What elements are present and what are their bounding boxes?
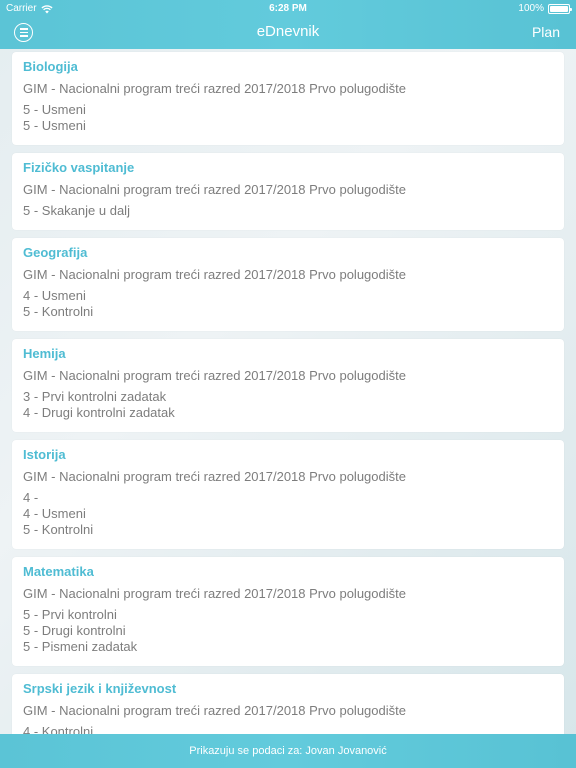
grade-list: 4 -4 - Usmeni 5 - Kontrolni (23, 490, 553, 538)
status-bar: Carrier 6:28 PM 100% (0, 0, 576, 18)
grade-item: 5 - Pismeni zadatak (23, 639, 138, 654)
grade-item: 5 - Prvi kontrolni (23, 607, 117, 622)
subject-card[interactable]: Matematika GIM - Nacionalni program treći… (12, 557, 564, 666)
battery-percent: 100% (518, 3, 544, 14)
grade-item: 5 - Kontrolni (23, 304, 94, 319)
subject-title: Geografija (23, 245, 88, 260)
subject-card[interactable]: Biologija GIM - Nacionalni program treći … (12, 52, 564, 145)
grade-list: 5 - Skakanje u dalj (23, 203, 553, 219)
grade-item: 4 - (23, 490, 39, 505)
grade-item: 4 - Drugi kontrolni zadatak (23, 405, 175, 420)
grade-item: 5 - Drugi kontrolni (23, 623, 126, 638)
footer-bar: Prikazuju se podaci za: Jovan Jovanović (0, 734, 576, 768)
battery-group: 100% (518, 0, 572, 18)
clock: 6:28 PM (269, 3, 307, 14)
subject-program: GIM - Nacionalni program treći razred 20… (23, 586, 406, 601)
subject-title: Fizičko vaspitanje (23, 160, 135, 175)
grade-item: 4 - Usmeni (23, 288, 86, 303)
subject-card[interactable]: Geografija GIM - Nacionalni program treći… (12, 238, 564, 331)
grade-list: 4 - Usmeni 5 - Kontrolni (23, 288, 553, 320)
battery-icon (548, 4, 572, 14)
navbar: eDnevnik Plan (0, 18, 576, 49)
grade-list: 5 - Usmeni 5 - Usmeni (23, 102, 553, 134)
grade-item: 5 - Kontrolni (23, 522, 94, 537)
subject-program: GIM - Nacionalni program treći razred 20… (23, 81, 406, 96)
subject-program: GIM - Nacionalni program treći razred 20… (23, 469, 406, 484)
subject-title: Srpski jezik i književnost (23, 681, 177, 696)
subject-program: GIM - Nacionalni program treći razred 20… (23, 182, 406, 197)
subject-list: Biologija GIM - Nacionalni program treći … (12, 52, 564, 768)
subject-program: GIM - Nacionalni program treći razred 20… (23, 267, 406, 282)
grade-item: 5 - Skakanje u dalj (23, 203, 130, 218)
subject-title: Biologija (23, 59, 78, 74)
grade-list: 5 - Prvi kontrolni 5 - Drugi kontrolni 5 -… (23, 607, 553, 655)
grade-item: 5 - Usmeni (23, 118, 86, 133)
subject-card[interactable]: Fizičko vaspitanje GIM - Nacionalni progr… (12, 153, 564, 230)
grade-item: 4 - Usmeni (23, 506, 86, 521)
grade-item: 3 - Prvi kontrolni zadatak (23, 389, 167, 404)
subject-card[interactable]: Hemija GIM - Nacionalni program treći raz… (12, 339, 564, 432)
subject-title: Istorija (23, 447, 66, 462)
subject-card[interactable]: Istorija GIM - Nacionalni program treći r… (12, 440, 564, 549)
subject-title: Matematika (23, 564, 94, 579)
grade-list: 3 - Prvi kontrolni zadatak 4 - Drugi kont… (23, 389, 553, 421)
subject-program: GIM - Nacionalni program treći razred 20… (23, 703, 406, 718)
subject-program: GIM - Nacionalni program treći razred 20… (23, 368, 406, 383)
grade-item: 5 - Usmeni (23, 102, 86, 117)
subject-title: Hemija (23, 346, 66, 361)
page-title: eDnevnik (256, 23, 320, 40)
header: Carrier 6:28 PM 100% eDnevnik Plan (0, 0, 576, 49)
plan-button[interactable]: Plan (532, 24, 560, 40)
